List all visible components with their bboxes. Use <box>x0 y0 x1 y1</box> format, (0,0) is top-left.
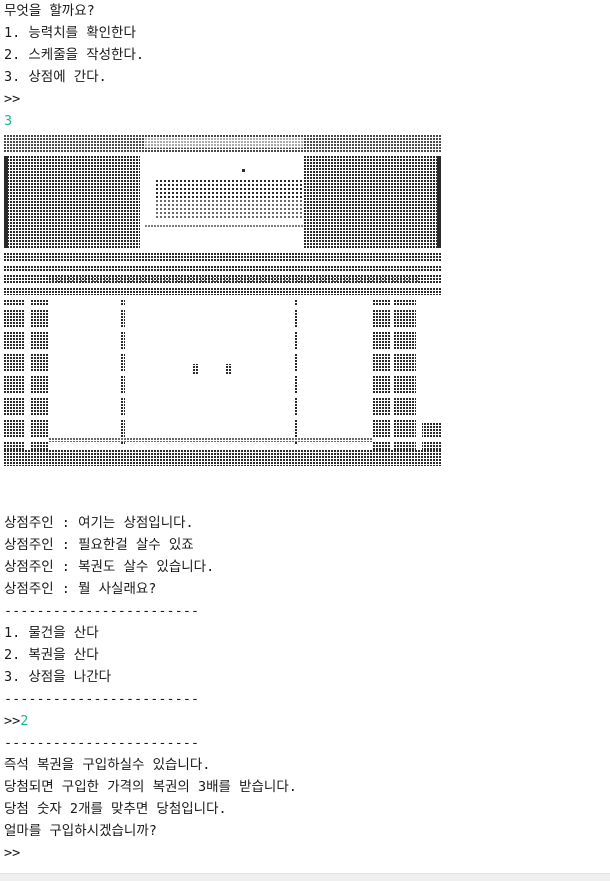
lottery-info-line: 즉석 복권을 구입하실수 있습니다. <box>4 757 211 773</box>
lottery-info-line: 당첨 숫자 2개를 맞추면 당첨입니다. <box>4 801 227 817</box>
menu-option-3: 3. 상점에 간다. <box>4 69 107 85</box>
shopkeeper-line: 상점주인 : 여기는 상점입니다. <box>4 515 194 531</box>
lottery-info-line: 당첨되면 구입한 가격의 복권의 3배를 받습니다. <box>4 779 297 795</box>
menu-input-echo: 3 <box>4 113 13 129</box>
shopkeeper-line: 상점주인 : 뭘 사실래요? <box>4 581 157 597</box>
shop-ascii-art <box>4 132 608 468</box>
separator: ------------------------ <box>4 603 200 619</box>
shopkeeper-line: 상점주인 : 복권도 살수 있습니다. <box>4 559 215 575</box>
input-prompt[interactable]: >> <box>4 842 608 864</box>
shop-option-2: 2. 복권을 산다 <box>4 647 99 663</box>
shop-prompt: >> <box>4 713 21 729</box>
menu-option-1: 1. 능력치를 확인한다 <box>4 25 136 41</box>
shop-input-echo: 2 <box>20 713 29 729</box>
shop-building-ascii-art-icon <box>4 134 442 466</box>
shopkeeper-line: 상점주인 : 필요한걸 살수 있죠 <box>4 537 194 553</box>
separator: ------------------------ <box>4 735 200 751</box>
menu-option-2: 2. 스케줄을 작성한다. <box>4 47 144 63</box>
shop-option-3: 3. 상점을 나간다 <box>4 669 112 685</box>
lottery-info-line: 얼마를 구입하시겠습니까? <box>4 823 157 839</box>
menu-question: 무엇을 할까요? <box>4 3 95 19</box>
menu-prompt: >> <box>4 91 21 107</box>
console-output: 무엇을 할까요? 1. 능력치를 확인한다 2. 스케줄을 작성한다. 3. 상… <box>4 0 608 864</box>
separator: ------------------------ <box>4 691 200 707</box>
shop-prompt-line: >>2 <box>4 710 608 732</box>
shop-option-1: 1. 물건을 산다 <box>4 625 99 641</box>
console-bottom-bar <box>0 873 610 881</box>
